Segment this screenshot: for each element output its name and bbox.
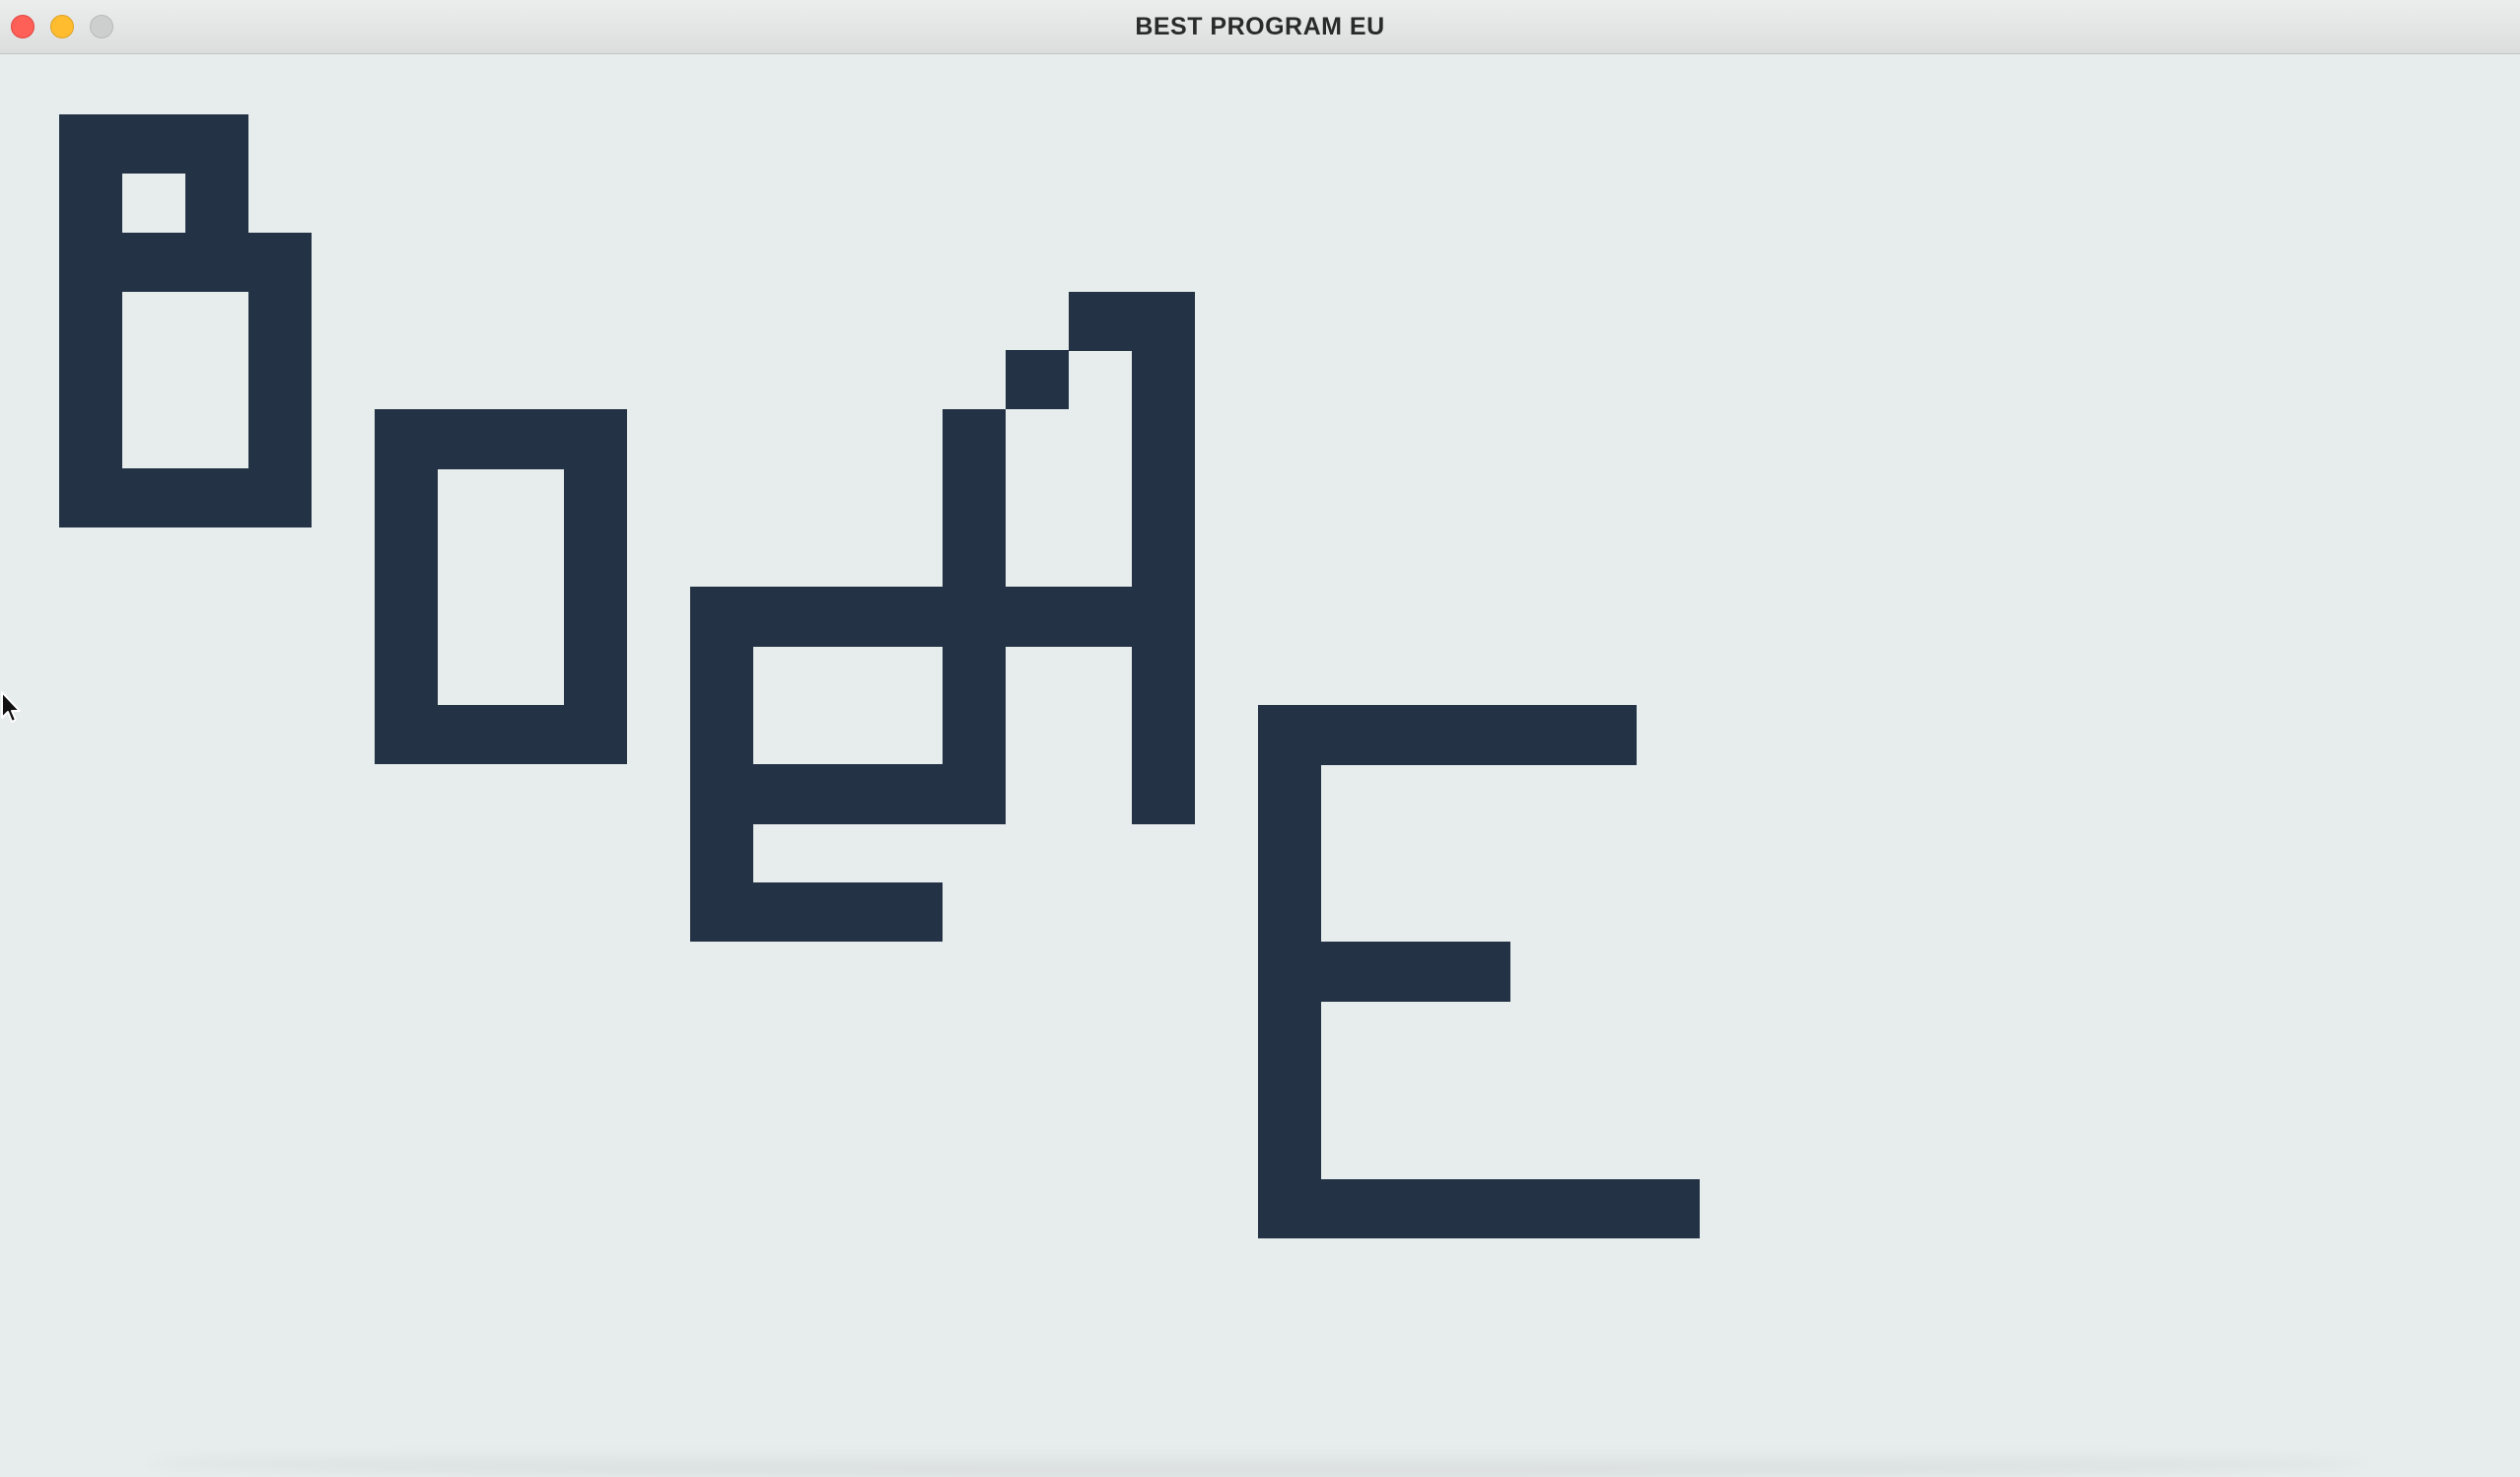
app-window: BEST PROGRAM EU [0,0,2520,1477]
arrow-cursor-icon [1,691,21,723]
glyph-e-upper [1258,705,1700,1238]
window-title: BEST PROGRAM EU [1135,13,1385,40]
window-bottom-shadow [148,1449,2366,1477]
glyph-b [59,114,312,528]
drawing-canvas[interactable] [0,54,2520,1477]
glyph-o [375,409,627,764]
title-bar[interactable]: BEST PROGRAM EU [0,0,2520,54]
pixel-glyph-drawing [59,114,1700,1238]
glyph-a [943,292,1195,824]
